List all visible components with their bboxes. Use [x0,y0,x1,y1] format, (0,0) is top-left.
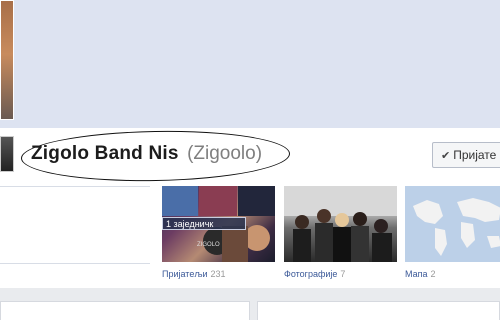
friends-count: 231 [210,269,226,279]
group-photo-image [284,186,397,262]
photos-tile[interactable] [284,186,397,262]
friends-tile[interactable]: ZIGOLO 1 заједничк [162,186,275,262]
map-caption[interactable]: Мапа 2 [405,269,436,279]
profile-picture[interactable] [0,0,14,120]
add-friend-button[interactable]: ✔ Пријате [432,142,500,168]
page-username: (Zigoolo) [187,143,263,164]
add-friend-label: Пријате [453,148,497,162]
page-name[interactable]: Zigolo Band Nis [31,143,179,164]
mutual-friends-overlay: 1 заједничк [162,217,246,230]
photos-caption[interactable]: Фотографије 7 [284,269,345,279]
svg-text:ZIGOLO: ZIGOLO [197,242,220,248]
world-map-image [413,198,500,256]
right-content-card [257,301,500,320]
map-label: Мапа [405,269,428,279]
map-tile[interactable] [405,186,500,262]
cover-photo[interactable] [0,0,500,129]
photos-count: 7 [340,269,346,279]
left-column-placeholder [0,186,150,264]
friends-label: Пријатељи [162,269,208,279]
friends-caption[interactable]: Пријатељи 231 [162,269,226,279]
profile-picture-thumbnail[interactable] [0,136,14,172]
left-content-card [0,301,250,320]
map-count: 2 [430,269,436,279]
page-title: Zigolo Band Nis (Zigoolo) [31,143,262,165]
check-icon: ✔ [441,150,451,162]
photos-label: Фотографије [284,269,338,279]
